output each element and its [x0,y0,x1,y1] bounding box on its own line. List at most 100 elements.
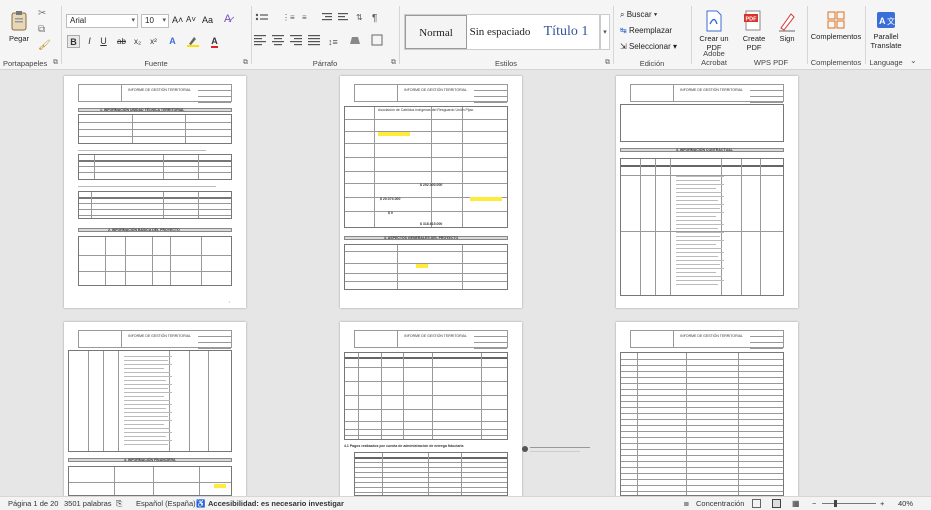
word-count[interactable]: 3501 palabras [64,499,112,508]
print-layout-icon[interactable] [772,499,781,508]
chevron-down-icon: ▾ [131,17,135,24]
cut-icon[interactable]: ✂ [38,8,46,19]
bold-button[interactable]: B [67,35,80,48]
amount-4: $ 318.615.000 [420,222,443,226]
highlight-icon[interactable] [186,35,199,48]
payments-table [344,352,508,440]
style-normal[interactable]: Normal [405,15,467,49]
format-painter-icon[interactable]: 🖌 [38,40,51,51]
page-header: INFORME DE GESTIÓN TERRITORIAL [78,330,232,349]
grow-font-button[interactable]: A˄ [172,15,183,25]
style-heading-1[interactable]: Título 1 [533,15,599,49]
page-3[interactable]: INFORME DE GESTIÓN TERRITORIAL 3. INFORM… [616,76,798,308]
text-effects-icon[interactable]: A [166,35,179,48]
replace-icon: ↹ [620,26,629,35]
proofing-icon[interactable]: ⎘ [116,499,122,509]
page-2[interactable]: INFORME DE GESTIÓN TERRITORIAL Asociació… [340,76,522,308]
styles-group: Normal Sin espaciado Título 1 ▾ Estilos … [400,0,612,70]
language-status[interactable]: Español (España) [136,499,196,508]
contract-text [124,356,174,448]
copy-icon[interactable]: ⧉ [38,24,45,35]
read-mode-icon[interactable] [752,499,761,508]
font-color-icon[interactable]: A [208,35,221,48]
complements-button[interactable]: Complementos [810,10,862,41]
wps-sign-button[interactable]: Sign [772,10,802,43]
acrobat-create-pdf-button[interactable]: Crear un PDF [694,10,734,52]
subscript-button[interactable]: x₂ [131,35,144,48]
comment-marker[interactable] [522,446,594,458]
zoom-slider[interactable] [822,503,876,504]
styles-more-icon[interactable]: ▾ [600,14,610,50]
search-button[interactable]: ⌕ Buscar ▾ [620,10,657,20]
paragraph-group-label: Párrafo [312,59,338,68]
svg-text:PDF: PDF [746,17,758,23]
superscript-button[interactable]: x² [147,35,160,48]
empty-box [620,104,784,142]
parallel-translate-label: Parallel Translate [870,32,902,50]
font-name-value: Arial [70,16,87,25]
svg-text:文: 文 [887,16,895,26]
zoom-slider-thumb[interactable] [834,500,837,507]
zoom-out-icon[interactable]: − [812,499,816,508]
svg-text:A: A [879,16,886,26]
shrink-font-button[interactable]: A˅ [186,15,196,24]
paragraph-group: ⋮≡ ≡ ⇅ ¶ ↕≡ Párrafo ⧉ [252,0,398,70]
page-header: INFORME DE GESTIÓN TERRITORIAL [354,330,508,349]
page-5[interactable]: INFORME DE GESTIÓN TERRITORIAL 4.1 Pagos… [340,322,522,496]
page-4[interactable]: INFORME DE GESTIÓN TERRITORIAL 4. INFORM… [64,322,246,496]
style-no-spacing[interactable]: Sin espaciado [467,15,533,49]
focus-icon: ⧈ [684,499,689,508]
underline-button[interactable]: U [97,35,110,48]
fiduciary-table [354,452,508,496]
wps-create-pdf-label: Create PDF [742,34,766,52]
wps-create-pdf-button[interactable]: PDF Create PDF [738,10,770,52]
styles-gallery: Normal Sin espaciado Título 1 [404,14,600,50]
complements-group-label: Complementos [810,58,862,67]
italic-button[interactable]: I [83,35,96,48]
highlight [214,484,226,488]
page-6[interactable]: INFORME DE GESTIÓN TERRITORIAL [616,322,798,496]
accessibility-status[interactable]: Accesibilidad: es necesario investigar [208,499,344,508]
clear-formatting-icon[interactable]: A̷ [224,13,231,25]
page-header: INFORME DE GESTIÓN TERRITORIAL [78,84,232,103]
styles-dialog-launcher-icon[interactable]: ⧉ [605,59,610,67]
acrobat-pdf-icon [706,10,722,32]
officials-table [78,154,232,180]
page1-section2-title: 2. INFORMACIÓN BÁSICA DEL PROYECTO [108,228,180,232]
ribbon: Pegar ✂ ⧉ 🖌 Portapapeles ⧉ Arial ▾ 10 ▾ A˄… [0,0,931,70]
contract-text [676,176,726,288]
financial-table [68,466,232,496]
project-table [78,236,232,286]
change-case-button[interactable]: Aa [202,15,213,25]
paragraph-dialog-launcher-icon[interactable]: ⧉ [391,59,396,67]
paste-button[interactable]: Pegar [4,10,34,43]
language-group-label: Language [869,58,903,67]
parallel-translate-button[interactable]: A文 Parallel Translate [866,10,906,50]
translate-icon: A文 [877,12,895,28]
focus-mode-button[interactable]: Concentración [696,499,744,508]
svg-text:⇅: ⇅ [356,13,363,22]
font-name-combo[interactable]: Arial ▾ [66,14,138,28]
font-size-combo[interactable]: 10 ▾ [141,14,169,28]
replace-button[interactable]: ↹ Reemplazar [620,26,672,35]
status-bar: Página 1 de 20 3501 palabras ⎘ Español (… [0,496,931,510]
text-line [78,150,206,151]
info-table [78,114,232,144]
collapse-ribbon-icon[interactable]: ⌄ [910,56,917,65]
strikethrough-button[interactable]: ab [115,35,128,48]
zoom-level[interactable]: 40% [898,499,913,508]
select-button[interactable]: ⇲ Seleccionar ▾ [620,42,677,51]
web-layout-icon[interactable]: ▦ [792,499,800,508]
wps-sign-label: Sign [779,34,795,43]
page1-section1-title: 1. INFORMACIÓN UNIDAD TÉCNICA TERRITORIA… [100,108,185,112]
svg-text:⋮≡: ⋮≡ [282,13,295,22]
zoom-in-icon[interactable]: + [880,499,884,508]
accessibility-icon: ♿ [196,499,206,508]
search-label: Buscar [626,10,652,19]
clipboard-dialog-launcher-icon[interactable]: ⧉ [53,59,58,67]
page-count[interactable]: Página 1 de 20 [8,499,58,508]
font-dialog-launcher-icon[interactable]: ⧉ [243,59,248,67]
document-area[interactable]: INFORME DE GESTIÓN TERRITORIAL 1. INFORM… [0,70,931,496]
font-group: Arial ▾ 10 ▾ A˄ A˅ Aa A̷ B I U ab x₂ x² A … [62,0,250,70]
page-1[interactable]: INFORME DE GESTIÓN TERRITORIAL 1. INFORM… [64,76,246,308]
